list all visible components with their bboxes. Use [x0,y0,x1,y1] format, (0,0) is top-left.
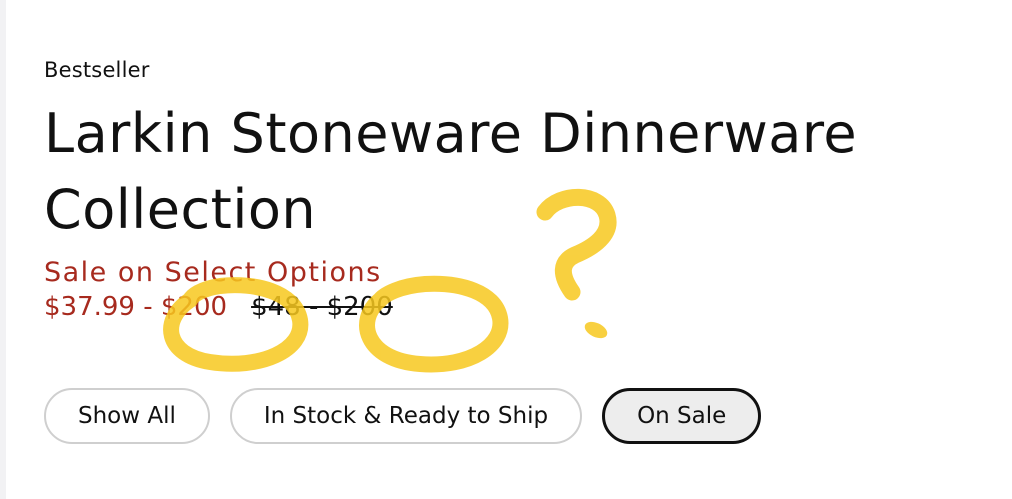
product-title: Larkin Stoneware Dinnerware Collection [44,102,858,241]
filter-chips: Show All In Stock & Ready to Ship On Sal… [44,388,762,444]
price-current: $37.99 - $200 [44,292,228,322]
bestseller-badge: Bestseller [44,58,150,82]
filter-in-stock-button[interactable]: In Stock & Ready to Ship [229,388,583,444]
price-row: $37.99 - $200 $48 - $200 [44,290,984,324]
sale-label: Sale on Select Options [44,257,382,288]
page-left-edge [0,0,6,499]
price-original: $48 - $200 [251,292,393,322]
filter-show-all-button[interactable]: Show All [44,388,210,444]
product-header: Bestseller Larkin Stoneware Dinnerware C… [44,56,984,324]
filter-on-sale-button[interactable]: On Sale [602,388,762,444]
